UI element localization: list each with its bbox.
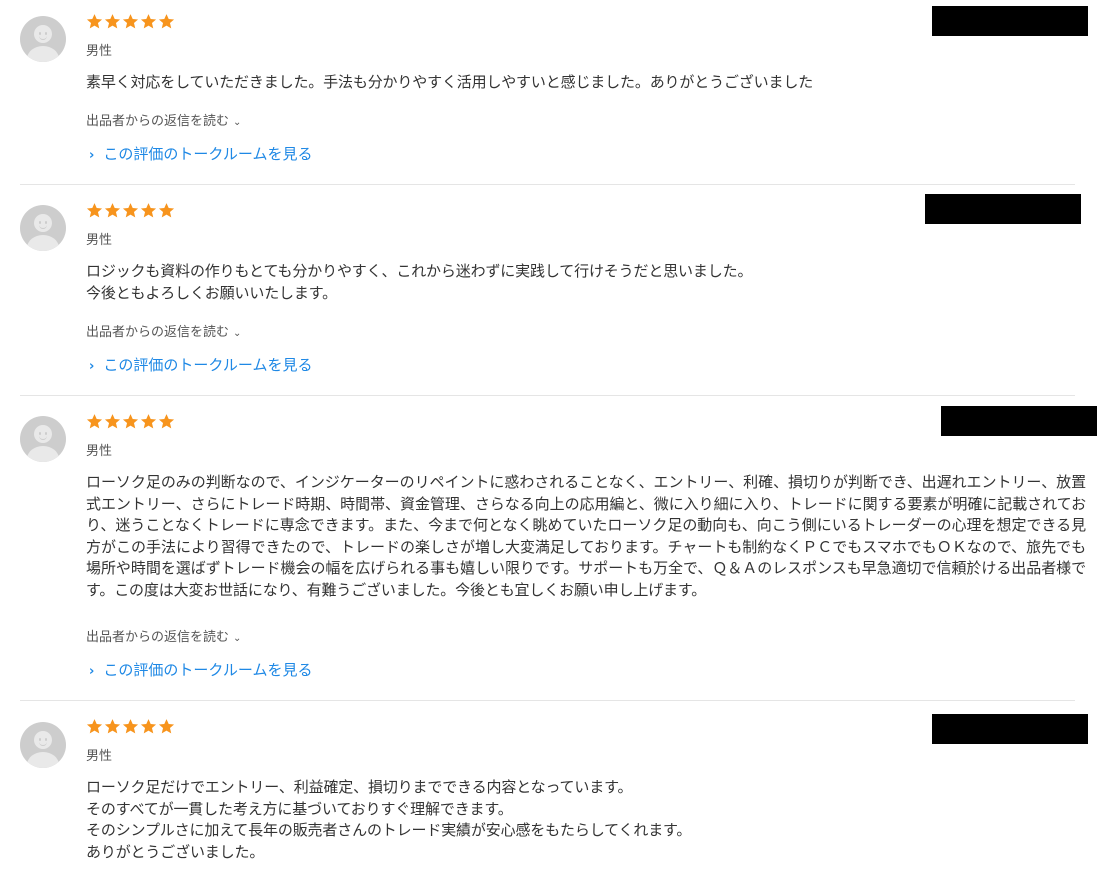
chevron-right-icon: › <box>89 359 95 374</box>
star-icon <box>158 414 175 429</box>
star-icon <box>158 719 175 734</box>
star-rating <box>86 13 175 33</box>
view-talkroom-link[interactable]: › この評価のトークルームを見る <box>89 143 312 164</box>
reply-label: 出品者からの返信を読む <box>86 325 230 340</box>
star-icon <box>104 14 121 29</box>
user-avatar-icon <box>20 205 66 251</box>
star-icon <box>140 719 157 734</box>
reviewer-gender: 男性 <box>86 444 113 459</box>
review-comment: ローソク足だけでエントリー、利益確定、損切りまでできる内容となっています。 その… <box>86 778 692 861</box>
redacted-block <box>925 194 1081 224</box>
talk-label: この評価のトークルームを見る <box>103 145 313 163</box>
talk-label: この評価のトークルームを見る <box>103 356 313 374</box>
review-comment: 素早く対応をしていただきました。手法も分かりやすく活用しやすいと感じました。あり… <box>86 73 814 91</box>
star-icon <box>86 14 103 29</box>
star-icon <box>140 203 157 218</box>
star-icon <box>122 414 139 429</box>
star-rating <box>86 413 175 433</box>
chevron-down-icon: ⌄ <box>233 328 242 339</box>
star-icon <box>104 414 121 429</box>
read-seller-reply-toggle[interactable]: 出品者からの返信を読む ⌄ <box>86 321 241 340</box>
review-comment: ローソク足のみの判断なので、インジケーターのリペイントに惑わされることなく、エン… <box>86 473 1086 599</box>
chevron-right-icon: › <box>89 148 95 163</box>
chevron-down-icon: ⌄ <box>233 633 242 644</box>
star-icon <box>104 719 121 734</box>
redacted-block <box>932 6 1088 36</box>
star-icon <box>122 14 139 29</box>
star-icon <box>158 203 175 218</box>
talk-label: この評価のトークルームを見る <box>103 661 313 679</box>
user-avatar-icon <box>20 16 66 62</box>
star-rating <box>86 202 175 222</box>
chevron-down-icon: ⌄ <box>233 117 242 128</box>
chevron-right-icon: › <box>89 664 95 679</box>
star-icon <box>86 719 103 734</box>
star-icon <box>104 203 121 218</box>
star-icon <box>140 14 157 29</box>
view-talkroom-link[interactable]: › この評価のトークルームを見る <box>89 354 312 375</box>
star-icon <box>140 414 157 429</box>
star-icon <box>158 14 175 29</box>
user-avatar-icon <box>20 416 66 462</box>
redacted-block <box>941 406 1097 436</box>
redacted-block <box>932 714 1088 744</box>
read-seller-reply-toggle[interactable]: 出品者からの返信を読む ⌄ <box>86 626 241 645</box>
reviewer-gender: 男性 <box>86 44 113 59</box>
read-seller-reply-toggle[interactable]: 出品者からの返信を読む ⌄ <box>86 110 241 129</box>
divider <box>20 184 1075 185</box>
reviewer-gender: 男性 <box>86 749 113 764</box>
user-avatar-icon <box>20 722 66 768</box>
reply-label: 出品者からの返信を読む <box>86 114 230 129</box>
reply-label: 出品者からの返信を読む <box>86 630 230 645</box>
star-icon <box>122 719 139 734</box>
reviewer-gender: 男性 <box>86 233 113 248</box>
star-icon <box>122 203 139 218</box>
divider <box>20 395 1075 396</box>
review-comment: ロジックも資料の作りもとても分かりやすく、これから迷わずに実践して行けそうだと思… <box>86 262 753 302</box>
star-icon <box>86 414 103 429</box>
star-rating <box>86 718 175 738</box>
divider <box>20 700 1075 701</box>
view-talkroom-link[interactable]: › この評価のトークルームを見る <box>89 659 312 680</box>
star-icon <box>86 203 103 218</box>
